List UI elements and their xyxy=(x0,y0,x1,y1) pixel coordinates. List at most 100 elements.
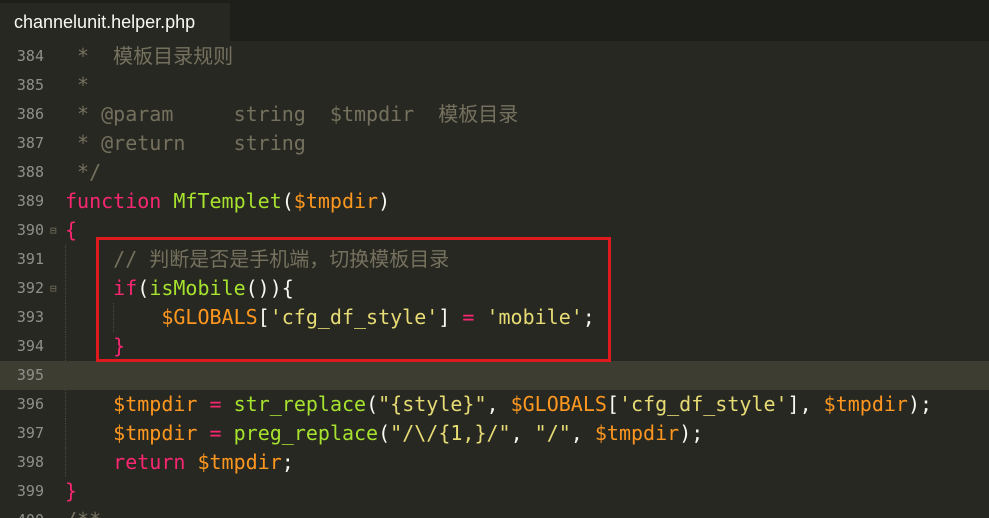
code-token: // 判断是否是手机端，切换模板目录 xyxy=(65,247,450,271)
code-token: ) xyxy=(378,189,391,213)
code-text: * 模板目录规则 xyxy=(65,42,233,71)
code-token: */ xyxy=(65,160,102,184)
code-token: ; xyxy=(281,450,294,474)
code-editor[interactable]: 384 * 模板目录规则 385 * 386 * @param string $tm… xyxy=(0,41,989,518)
code-line[interactable]: 390 ⊟{ xyxy=(0,216,989,245)
line-number: 400 xyxy=(0,506,44,518)
code-token: function xyxy=(65,189,162,213)
line-number: 387 xyxy=(16,134,44,152)
code-text: { xyxy=(65,216,77,245)
line-number: 399 xyxy=(16,482,44,500)
code-token: "/\/{1,}/" xyxy=(390,421,511,445)
code-line[interactable]: 394 } xyxy=(0,332,989,361)
code-token: $tmpdir xyxy=(823,392,908,416)
code-token: , xyxy=(570,421,595,445)
code-token: [ xyxy=(606,392,619,416)
code-token: str_replace xyxy=(233,392,367,416)
code-text: /** xyxy=(65,506,101,518)
file-tab-title: channelunit.helper.php xyxy=(14,11,196,32)
code-text: * xyxy=(65,71,89,100)
line-number: 391 xyxy=(16,250,44,268)
line-number: 386 xyxy=(16,105,44,123)
file-tab[interactable]: channelunit.helper.php xyxy=(0,3,230,41)
code-text: * @return string xyxy=(65,129,306,158)
code-token: preg_replace xyxy=(233,421,379,445)
code-token: = xyxy=(462,305,475,329)
code-line[interactable]: 396 $tmpdir = str_replace("{style}", $GL… xyxy=(0,390,989,419)
code-line[interactable]: 397 $tmpdir = preg_replace("/\/{1,}/", "… xyxy=(0,419,989,448)
code-token: 'mobile' xyxy=(486,305,583,329)
code-token: $tmpdir xyxy=(594,421,680,445)
code-line[interactable]: 384 * 模板目录规则 xyxy=(0,42,989,71)
code-token: $tmpdir xyxy=(197,450,282,474)
code-token: return xyxy=(113,450,186,474)
code-text: * @param string $tmpdir 模板目录 xyxy=(65,100,518,129)
code-token: * @return string xyxy=(65,131,306,155)
line-number: 395 xyxy=(16,366,44,384)
code-token: ); xyxy=(907,392,933,416)
code-token: [ xyxy=(257,305,270,329)
code-line[interactable]: 400 /** xyxy=(0,506,989,518)
code-token: * xyxy=(65,73,90,97)
code-text: function MfTemplet($tmpdir) xyxy=(65,187,390,216)
code-token: , xyxy=(486,392,511,416)
code-token: 'cfg_df_style' xyxy=(269,305,439,329)
code-line[interactable]: 399} xyxy=(0,477,989,506)
code-text: */ xyxy=(65,158,101,187)
code-line[interactable]: 391 // 判断是否是手机端，切换模板目录 xyxy=(0,245,989,274)
code-token: isMobile xyxy=(149,276,246,300)
code-text: // 判断是否是手机端，切换模板目录 xyxy=(65,245,449,274)
code-line[interactable]: 389 function MfTemplet($tmpdir) xyxy=(0,187,989,216)
line-number: 394 xyxy=(16,337,44,355)
code-token: MfTemplet xyxy=(173,189,282,213)
code-token: { xyxy=(65,218,78,242)
code-text: $tmpdir = preg_replace("/\/{1,}/", "/", … xyxy=(65,419,703,448)
code-line[interactable]: 385 * xyxy=(0,71,989,100)
line-number: 397 xyxy=(16,424,44,442)
code-token: , xyxy=(510,421,535,445)
code-line[interactable]: 386 * @param string $tmpdir 模板目录 xyxy=(0,100,989,129)
code-token: } xyxy=(113,334,126,358)
code-line[interactable]: 393 $GLOBALS['cfg_df_style'] = 'mobile'; xyxy=(0,303,989,332)
code-text: $tmpdir = str_replace("{style}", $GLOBAL… xyxy=(65,390,932,419)
line-number: 385 xyxy=(16,76,44,94)
code-token: /** xyxy=(65,508,101,518)
code-token: } xyxy=(65,479,78,503)
code-token: $tmpdir xyxy=(113,392,198,416)
code-token: * 模板目录规则 xyxy=(65,44,234,68)
line-number: 389 xyxy=(16,192,44,210)
line-number: 392 xyxy=(16,279,44,297)
line-number: 393 xyxy=(16,308,44,326)
code-token: = xyxy=(209,421,222,445)
fold-toggle-icon[interactable]: ⊟ xyxy=(50,274,60,303)
fold-toggle-icon[interactable]: ⊟ xyxy=(50,216,60,245)
code-line[interactable]: 388 */ xyxy=(0,158,989,187)
code-line[interactable]: 387 * @return string xyxy=(0,129,989,158)
code-token: ()){ xyxy=(245,276,294,300)
code-token: $tmpdir xyxy=(113,421,198,445)
line-number: 398 xyxy=(16,453,44,471)
code-text: } xyxy=(65,332,125,361)
code-token: $tmpdir xyxy=(293,189,379,213)
code-token: ( xyxy=(137,276,150,300)
code-token: ( xyxy=(366,392,379,416)
code-token: ( xyxy=(281,189,294,213)
code-line[interactable]: 398 return $tmpdir; xyxy=(0,448,989,477)
code-token: * @param string $tmpdir 模板目录 xyxy=(65,102,519,126)
code-token: = xyxy=(209,392,222,416)
code-text: return $tmpdir; xyxy=(65,448,294,477)
code-text: $GLOBALS['cfg_df_style'] = 'mobile'; xyxy=(65,303,595,332)
code-text: if(isMobile()){ xyxy=(65,274,294,303)
code-token: ); xyxy=(679,421,704,445)
code-line[interactable]: 395 xyxy=(0,361,989,390)
code-line[interactable]: 392 ⊟ if(isMobile()){ xyxy=(0,274,989,303)
